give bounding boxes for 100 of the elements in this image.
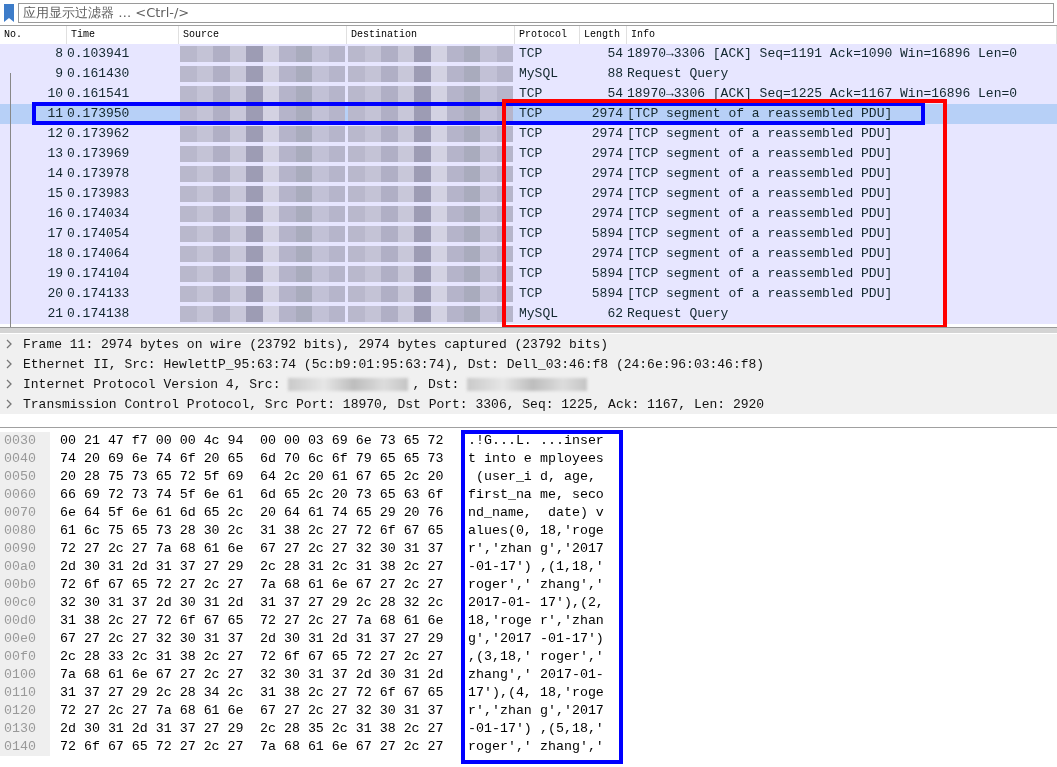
- tree-item[interactable]: Transmission Control Protocol, Src Port: 18970, Dst Port: 3306, Seq: 1225, Ack: 1167, Len: 2920: [0, 394, 1057, 414]
- tree-item[interactable]: Ethernet II, Src: HewlettP_95:63:74 (5c:b9:01:95:63:74), Dst: Dell_03:46:f8 (24:6e:96:03:46:f8): [0, 354, 1057, 374]
- packet-protocol: TCP: [518, 185, 544, 203]
- packet-protocol: TCP: [518, 205, 544, 223]
- packet-length: 2974: [590, 245, 624, 263]
- tree-item-text: , Dst:: [412, 376, 460, 392]
- packet-row[interactable]: 17 0.174054 TCP 5894 [TCP segment of a reassembled PDU]: [0, 224, 1057, 244]
- packet-length: 5894: [590, 285, 624, 303]
- packet-protocol: TCP: [518, 85, 544, 103]
- byte-offset: 0120: [0, 702, 50, 720]
- packet-length: 88: [606, 65, 624, 83]
- ascii-bytes: g','2017: [468, 630, 533, 648]
- filter-field[interactable]: 应用显示过滤器 … <Ctrl-/>: [18, 2, 1054, 23]
- tree-item[interactable]: Internet Protocol Version 4, Src: , Dst:: [0, 374, 1057, 394]
- hex-bytes: 61 6c 75 65 73 28 30 2c: [60, 522, 245, 540]
- packet-length: 5894: [590, 225, 624, 243]
- byte-offset: 0090: [0, 540, 50, 558]
- ascii-bytes: r','zhan: [468, 702, 533, 720]
- byte-offset: 0080: [0, 522, 50, 540]
- ascii-bytes: ,(3,18,': [468, 648, 533, 666]
- packet-length: 2974: [590, 125, 624, 143]
- packet-protocol: TCP: [518, 225, 544, 243]
- tree-item-text: Transmission Control Protocol, Src Port: 18970, Dst Port: 3306, Seq: 1225, Ack: 1167, Len: 2920: [23, 396, 765, 412]
- packet-row[interactable]: 8 0.103941 TCP 54 18970→3306 [ACK] Seq=1191 Ack=1090 Win=16896 Len=0: [0, 44, 1057, 64]
- byte-offset: 0030: [0, 432, 50, 450]
- packet-row[interactable]: 12 0.173962 TCP 2974 [TCP segment of a reassembled PDU]: [0, 124, 1057, 144]
- packet-time: 0.173962: [67, 125, 131, 143]
- packet-row[interactable]: 13 0.173969 TCP 2974 [TCP segment of a reassembled PDU]: [0, 144, 1057, 164]
- hex-bytes: 72 27 2c 27 7a 68 61 6e: [60, 540, 245, 558]
- chevron-right-icon[interactable]: [4, 379, 14, 389]
- packet-time: 0.174034: [67, 205, 131, 223]
- packet-time: 0.174138: [67, 305, 131, 323]
- tree-item-text: Internet Protocol Version 4, Src:: [23, 376, 281, 392]
- packet-time: 0.174104: [67, 265, 131, 283]
- packet-row[interactable]: 16 0.174034 TCP 2974 [TCP segment of a reassembled PDU]: [0, 204, 1057, 224]
- hex-bytes: 2c 28 31 2c 31 38 2c 27: [260, 558, 445, 576]
- packet-info: [TCP segment of a reassembled PDU]: [627, 125, 894, 143]
- chevron-right-icon[interactable]: [4, 359, 14, 369]
- packet-number: 19: [46, 265, 64, 283]
- byte-offset: 0140: [0, 738, 50, 756]
- packet-protocol: TCP: [518, 285, 544, 303]
- packet-length: 2974: [590, 185, 624, 203]
- hex-bytes: 74 20 69 6e 74 6f 20 65: [60, 450, 245, 468]
- packet-info: [TCP segment of a reassembled PDU]: [627, 145, 894, 163]
- ascii-bytes: 17'),(2,: [540, 594, 604, 612]
- hex-bytes: 31 38 2c 27 72 6f 67 65: [60, 612, 245, 630]
- hex-bytes: 2c 28 35 2c 31 38 2c 27: [260, 720, 445, 738]
- hex-bytes: 2c 28 33 2c 31 38 2c 27: [60, 648, 245, 666]
- hex-bytes: 72 6f 67 65 72 27 2c 27: [60, 738, 245, 756]
- packet-number: 15: [46, 185, 64, 203]
- packet-number: 12: [46, 125, 64, 143]
- packet-row[interactable]: 18 0.174064 TCP 2974 [TCP segment of a reassembled PDU]: [0, 244, 1057, 264]
- ascii-bytes: zhang',': [540, 576, 604, 594]
- packet-row[interactable]: 21 0.174138 MySQL 62 Request Query: [0, 304, 1057, 324]
- hex-bytes: 31 38 2c 27 72 6f 67 65: [260, 522, 445, 540]
- packet-number: 11: [46, 105, 64, 123]
- packet-info: [TCP segment of a reassembled PDU]: [627, 265, 894, 283]
- packet-number: 13: [46, 145, 64, 163]
- ascii-bytes: g','2017: [540, 540, 604, 558]
- chevron-right-icon[interactable]: [4, 399, 14, 409]
- packet-length: 2974: [590, 205, 624, 223]
- packet-time: 0.173978: [67, 165, 131, 183]
- ascii-bytes: 2017-01-: [468, 594, 533, 612]
- chevron-right-icon[interactable]: [4, 339, 14, 349]
- packet-protocol: MySQL: [518, 65, 559, 83]
- packet-row[interactable]: 20 0.174133 TCP 5894 [TCP segment of a reassembled PDU]: [0, 284, 1057, 304]
- packet-time: 0.161541: [67, 85, 131, 103]
- packet-number: 20: [46, 285, 64, 303]
- packet-row[interactable]: 19 0.174104 TCP 5894 [TCP segment of a reassembled PDU]: [0, 264, 1057, 284]
- byte-offset: 00c0: [0, 594, 50, 612]
- packet-protocol: TCP: [518, 125, 544, 143]
- packet-info: [TCP segment of a reassembled PDU]: [627, 245, 894, 263]
- packet-protocol: TCP: [518, 105, 544, 123]
- packet-length: 2974: [590, 145, 624, 163]
- packet-info: [TCP segment of a reassembled PDU]: [627, 225, 894, 243]
- packet-number: 17: [46, 225, 64, 243]
- packet-number: 16: [46, 205, 64, 223]
- byte-offset: 0110: [0, 684, 50, 702]
- packet-time: 0.173969: [67, 145, 131, 163]
- hex-bytes: 20 28 75 73 65 72 5f 69: [60, 468, 245, 486]
- hex-bytes: 00 00 03 69 6e 73 65 72: [260, 432, 445, 450]
- byte-offset: 0060: [0, 486, 50, 504]
- ascii-bytes: nd_name,: [468, 504, 533, 522]
- packet-protocol: TCP: [518, 145, 544, 163]
- hex-bytes: 31 37 27 29 2c 28 32 2c: [260, 594, 445, 612]
- hex-bytes: 64 2c 20 61 67 65 2c 20: [260, 468, 445, 486]
- ascii-bytes: t into e: [468, 450, 533, 468]
- packet-info: [TCP segment of a reassembled PDU]: [627, 165, 894, 183]
- bookmark-icon[interactable]: [3, 2, 15, 23]
- packet-protocol: TCP: [518, 45, 544, 63]
- packet-time: 0.174054: [67, 225, 131, 243]
- packet-length: 54: [606, 45, 624, 63]
- tree-item[interactable]: Frame 11: 2974 bytes on wire (23792 bits), 2974 bytes captured (23792 bits): [0, 334, 1057, 354]
- packet-row[interactable]: 9 0.161430 MySQL 88 Request Query: [0, 64, 1057, 84]
- ascii-bytes: (user_i: [474, 468, 533, 486]
- packet-row[interactable]: 15 0.173983 TCP 2974 [TCP segment of a reassembled PDU]: [0, 184, 1057, 204]
- packet-row[interactable]: 14 0.173978 TCP 2974 [TCP segment of a reassembled PDU]: [0, 164, 1057, 184]
- ascii-bytes: 2017-01-: [540, 666, 604, 684]
- tree-item-text: Frame 11: 2974 bytes on wire (23792 bits), 2974 bytes captured (23792 bits): [23, 336, 609, 352]
- hex-bytes: 00 21 47 f7 00 00 4c 94: [60, 432, 245, 450]
